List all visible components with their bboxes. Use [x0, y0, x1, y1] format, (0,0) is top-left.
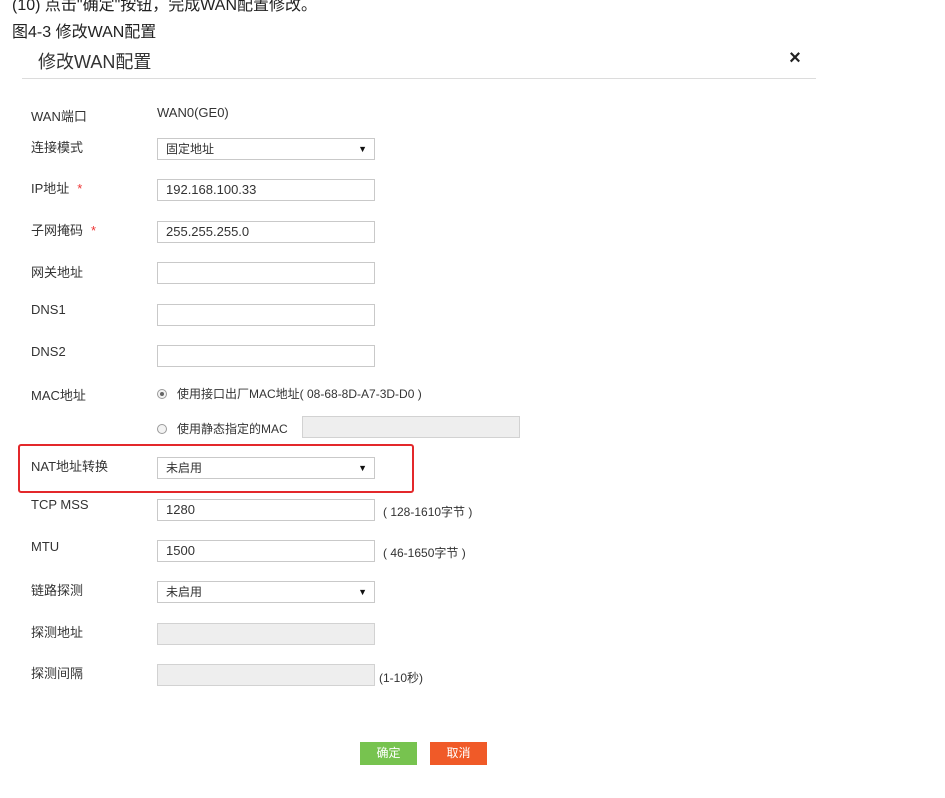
mac-factory-option-label: 使用接口出厂MAC地址( 08-68-8D-A7-3D-D0 ) — [177, 387, 422, 401]
chevron-down-icon: ▼ — [358, 144, 367, 154]
mac-static-option[interactable]: 使用静态指定的MAC — [157, 420, 288, 437]
tcp-mss-input[interactable]: 1280 — [157, 499, 375, 521]
connection-mode-label: 连接模式 — [31, 140, 84, 155]
link-probe-label: 链路探测 — [31, 583, 84, 598]
tcp-mss-hint: ( 128-1610字节 ) — [383, 505, 473, 519]
static-mac-input[interactable] — [302, 416, 520, 438]
figure-caption: 图4-3 修改WAN配置 — [12, 24, 157, 41]
ip-address-input[interactable]: 192.168.100.33 — [157, 179, 375, 201]
connection-mode-select[interactable]: 固定地址 ▼ — [157, 138, 375, 160]
instruction-text: (10) 点击"确定"按钮，完成WAN配置修改。 — [12, 0, 317, 14]
link-probe-select[interactable]: 未启用 ▼ — [157, 581, 375, 603]
document-page: (10) 点击"确定"按钮，完成WAN配置修改。 图4-3 修改WAN配置 修改… — [0, 0, 945, 798]
radio-unchecked-icon[interactable] — [157, 423, 167, 434]
radio-checked-icon[interactable] — [157, 388, 167, 399]
mac-label: MAC地址 — [31, 388, 86, 403]
subnet-mask-label: 子网掩码 * — [31, 220, 96, 239]
mac-static-option-label: 使用静态指定的MAC — [177, 422, 288, 436]
subnet-mask-label-text: 子网掩码 — [31, 223, 84, 238]
nat-selected: 未启用 — [166, 461, 203, 475]
connection-mode-selected: 固定地址 — [166, 142, 215, 156]
dialog-title: 修改WAN配置 — [38, 52, 152, 72]
link-probe-selected: 未启用 — [166, 585, 203, 599]
mtu-label: MTU — [31, 539, 60, 554]
title-divider — [22, 78, 816, 79]
ip-address-label-text: IP地址 — [31, 181, 70, 196]
tcp-mss-label: TCP MSS — [31, 497, 89, 512]
ok-button[interactable]: 确定 — [360, 742, 417, 765]
dns2-label: DNS2 — [31, 344, 66, 359]
probe-address-label: 探测地址 — [31, 625, 84, 640]
dns1-input[interactable] — [157, 304, 375, 326]
chevron-down-icon: ▼ — [358, 587, 367, 597]
wan-port-label: WAN端口 — [31, 109, 87, 124]
close-icon[interactable]: × — [785, 46, 805, 70]
subnet-mask-input[interactable]: 255.255.255.0 — [157, 221, 375, 243]
mac-factory-option[interactable]: 使用接口出厂MAC地址( 08-68-8D-A7-3D-D0 ) — [157, 385, 422, 402]
chevron-down-icon: ▼ — [358, 463, 367, 473]
wan-port-value: WAN0(GE0) — [157, 105, 229, 120]
probe-address-input — [157, 623, 375, 645]
nat-select[interactable]: 未启用 ▼ — [157, 457, 375, 479]
mtu-input[interactable]: 1500 — [157, 540, 375, 562]
dns1-label: DNS1 — [31, 302, 66, 317]
mtu-hint: ( 46-1650字节 ) — [383, 546, 466, 560]
cancel-button[interactable]: 取消 — [430, 742, 487, 765]
required-mark: * — [91, 223, 97, 238]
gateway-input[interactable] — [157, 262, 375, 284]
dns2-input[interactable] — [157, 345, 375, 367]
probe-interval-label: 探测间隔 — [31, 666, 84, 681]
gateway-label: 网关地址 — [31, 265, 84, 280]
probe-interval-input — [157, 664, 375, 686]
required-mark: * — [77, 181, 83, 196]
nat-label: NAT地址转换 — [31, 459, 109, 474]
probe-interval-hint: (1-10秒) — [379, 671, 424, 685]
ip-address-label: IP地址 * — [31, 178, 82, 197]
